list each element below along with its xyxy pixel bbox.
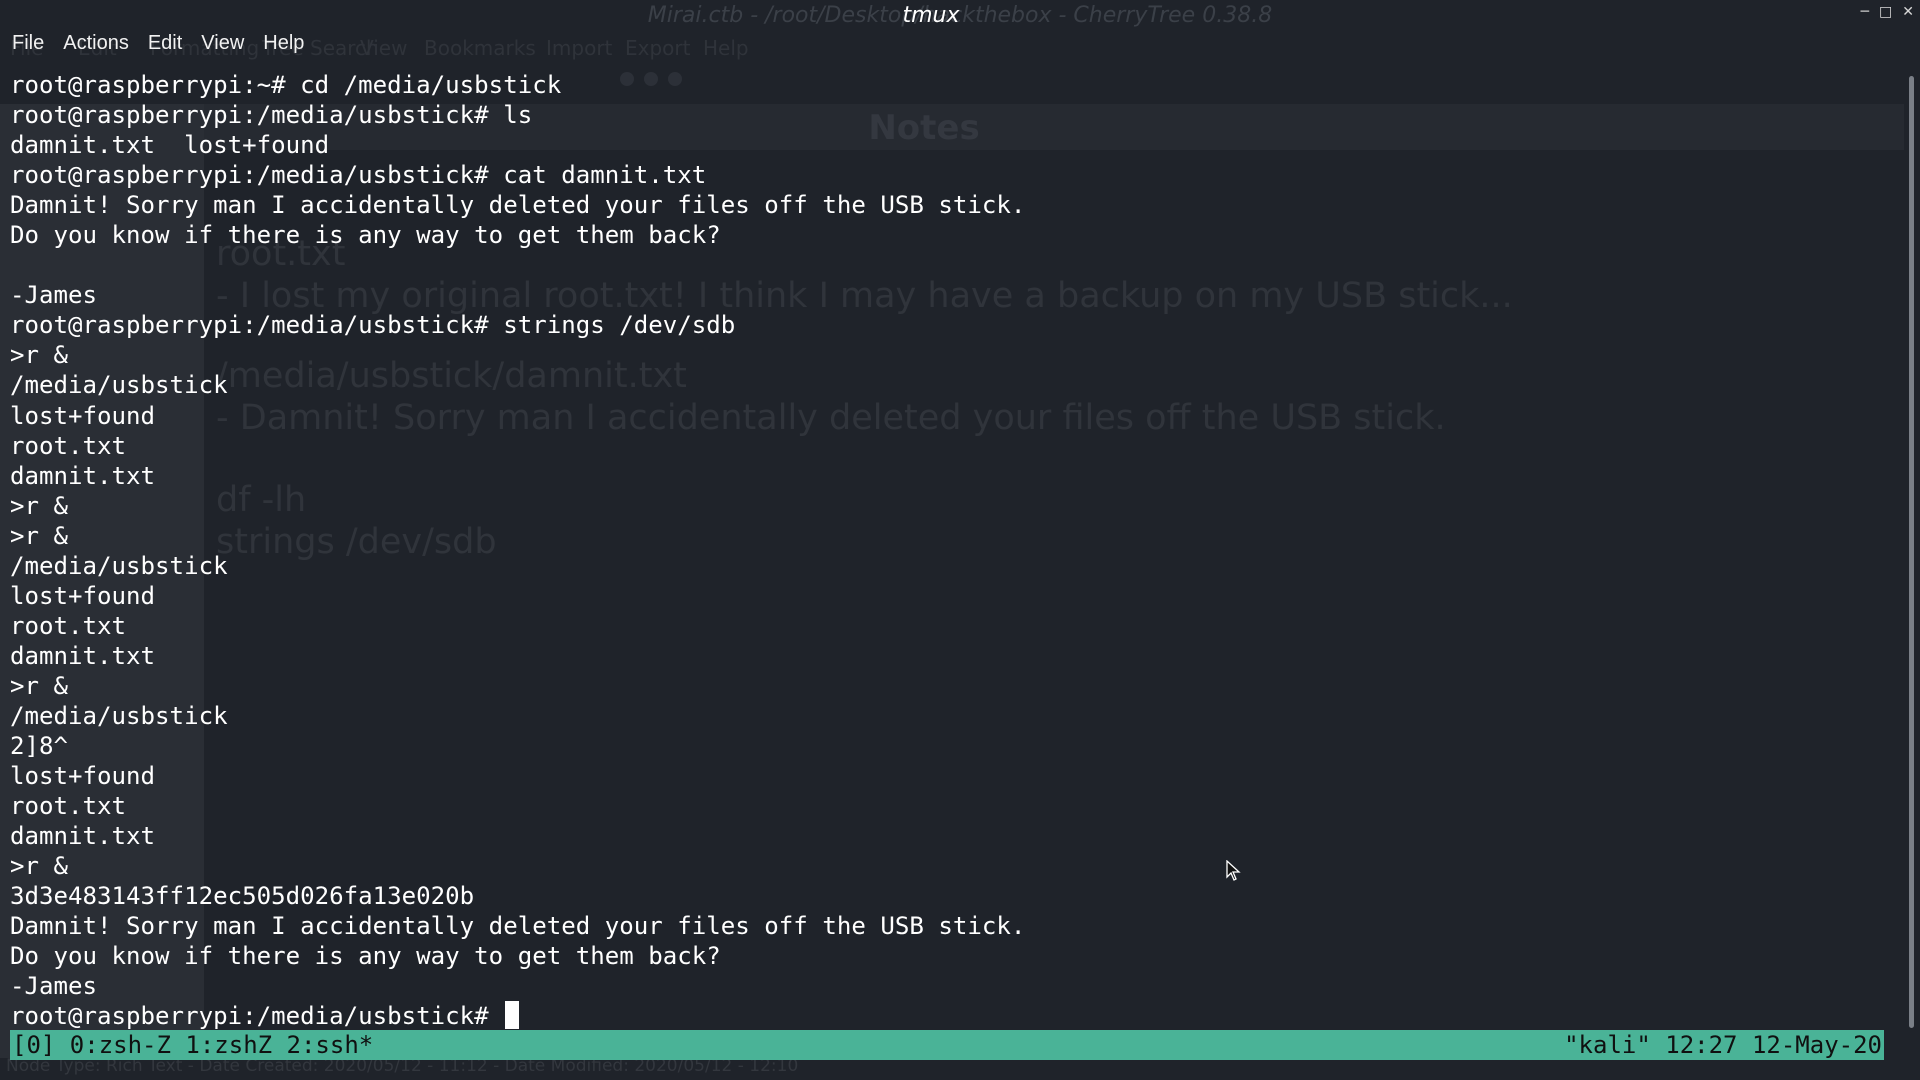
terminal-prompt: root@raspberrypi:/media/usbstick# — [10, 1002, 504, 1031]
terminal-line: root@raspberrypi:/media/usbstick# ls — [10, 101, 533, 130]
background-menu-item: View — [360, 36, 408, 60]
terminal-line: /media/usbstick — [10, 551, 228, 580]
menu-actions[interactable]: Actions — [63, 32, 148, 58]
terminal-prompt-line[interactable]: root@raspberrypi:/media/usbstick# — [10, 1001, 1890, 1031]
background-menu-item: Help — [703, 36, 749, 60]
terminal-line: Do you know if there is any way to get t… — [10, 942, 721, 971]
terminal-line: >r & — [10, 671, 69, 700]
terminal-line: 2]8^ — [10, 732, 69, 761]
terminal-line: damnit.txt — [10, 822, 156, 851]
terminal-line: root.txt — [10, 431, 127, 460]
background-menu-item: Import — [546, 36, 613, 60]
minimize-icon[interactable]: ─ — [1861, 4, 1869, 20]
terminal-line: lost+found — [10, 762, 156, 791]
terminal-line: 3d3e483143ff12ec505d026fa13e020b — [10, 882, 475, 911]
terminal-line: root@raspberrypi:/media/usbstick# cat da… — [10, 161, 707, 190]
terminal-line: lost+found — [10, 581, 156, 610]
desktop: Mirai.ctb - /root/Desktop/hackthebox - C… — [0, 0, 1920, 1080]
terminal-line: Do you know if there is any way to get t… — [10, 221, 721, 250]
tmux-window-list[interactable]: [0] 0:zsh-Z 1:zshZ 2:ssh* — [12, 1030, 373, 1060]
terminal-line: Damnit! Sorry man I accidentally deleted… — [10, 191, 1026, 220]
menu-help[interactable]: Help — [263, 32, 323, 58]
background-menu-item: Bookmarks — [424, 36, 536, 60]
maximize-icon[interactable]: □ — [1879, 4, 1892, 20]
terminal-line: root.txt — [10, 611, 127, 640]
terminal-line: >r & — [10, 521, 69, 550]
terminal-line: root@raspberrypi:~# cd /media/usbstick — [10, 71, 562, 99]
window-controls: ─ □ ✕ — [1861, 4, 1914, 20]
terminal-line: damnit.txt — [10, 461, 156, 490]
terminal-line: >r & — [10, 852, 69, 881]
terminal-line: /media/usbstick — [10, 371, 228, 400]
terminal-line: damnit.txt lost+found — [10, 131, 330, 160]
menu-edit[interactable]: Edit — [148, 32, 201, 58]
background-menu-item: Export — [625, 36, 691, 60]
terminal-output[interactable]: root@raspberrypi:~# cd /media/usbstick ro… — [10, 70, 1890, 1032]
terminal-line: >r & — [10, 341, 69, 370]
terminal-line: >r & — [10, 491, 69, 520]
terminal-line: -James — [10, 972, 98, 1001]
terminal-line: lost+found — [10, 401, 156, 430]
close-icon[interactable]: ✕ — [1902, 4, 1914, 20]
window-title: tmux — [902, 3, 960, 28]
text-cursor — [505, 1001, 520, 1030]
menu-file[interactable]: File — [12, 32, 63, 58]
terminal-line: Damnit! Sorry man I accidentally deleted… — [10, 912, 1026, 941]
tmux-status-bar: [0] 0:zsh-Z 1:zshZ 2:ssh* "kali" 12:27 1… — [10, 1030, 1884, 1060]
terminal-line: /media/usbstick — [10, 701, 228, 730]
terminal-line: -James — [10, 281, 98, 310]
terminal-line: root@raspberrypi:/media/usbstick# string… — [10, 311, 736, 340]
terminal-line: damnit.txt — [10, 641, 156, 670]
terminal-line: root.txt — [10, 792, 127, 821]
tmux-status-right: "kali" 12:27 12-May-20 — [1564, 1031, 1882, 1059]
menu-view[interactable]: View — [201, 32, 263, 58]
terminal-menubar: File Actions Edit View Help — [12, 32, 323, 58]
terminal-scrollbar[interactable] — [1909, 76, 1914, 1028]
mouse-pointer-icon — [1226, 860, 1241, 881]
